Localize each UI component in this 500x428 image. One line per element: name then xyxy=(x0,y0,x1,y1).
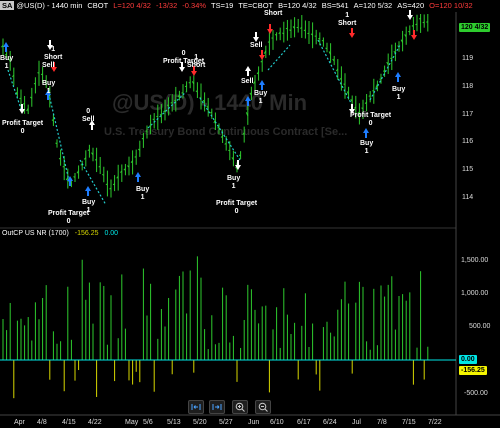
indicator-value-1: -156.25 xyxy=(74,230,99,237)
indicator-value-tag: -156.25 xyxy=(459,366,487,375)
compress-bars-icon xyxy=(191,404,201,410)
trade-trend-line xyxy=(199,97,241,161)
ind-tick-1000: 1,000.00 xyxy=(461,290,489,297)
date-label: 6/24 xyxy=(323,419,337,426)
annotation-buy: Buy 1 xyxy=(42,80,56,95)
date-label: Apr xyxy=(14,419,25,426)
price-bar-open xyxy=(22,103,25,105)
trade-trend-line xyxy=(47,89,71,186)
price-bar-open xyxy=(112,183,115,186)
annotation-profit-target: Profit Target 0 xyxy=(2,120,44,135)
annotation-buy: Buy 1 xyxy=(227,175,241,190)
down-arrow-icon xyxy=(411,30,417,40)
up-arrow-icon xyxy=(3,42,9,52)
up-arrow-icon xyxy=(363,128,369,138)
price-bar-open xyxy=(361,107,364,110)
date-label: 6/17 xyxy=(297,419,311,426)
date-label: 4/22 xyxy=(88,419,102,426)
annotation-sell: Sell xyxy=(42,62,55,69)
date-label: May xyxy=(125,419,139,426)
up-arrow-icon xyxy=(395,72,401,82)
price-tick-118: 118 xyxy=(462,83,474,90)
price-tick-115: 115 xyxy=(462,166,474,173)
down-arrow-icon xyxy=(253,32,259,42)
date-label: 5/20 xyxy=(193,419,207,426)
date-label: 6/10 xyxy=(270,419,284,426)
annotation-sell: Sell xyxy=(250,42,263,49)
price-tick-114: 114 xyxy=(462,194,474,201)
annotation-buy: Buy 1 xyxy=(136,186,150,201)
date-label: Jul xyxy=(352,419,361,426)
annotation-buy: Buy 1 xyxy=(0,55,14,70)
price-bar-open xyxy=(134,156,137,158)
zoom-out-icon xyxy=(258,402,268,412)
price-bar-open xyxy=(105,183,108,186)
annotation-buy: Buy 1 xyxy=(254,90,268,105)
date-label: 7/15 xyxy=(402,419,416,426)
price-bar-open xyxy=(422,21,425,24)
annotation-buy: Buy 1 xyxy=(392,86,406,101)
date-label: 5/27 xyxy=(219,419,233,426)
down-arrow-icon xyxy=(267,24,273,34)
annotation-sell: 0 Sell xyxy=(82,108,95,123)
up-arrow-icon xyxy=(245,96,251,106)
date-label: 4/8 xyxy=(37,419,47,426)
date-label: 7/8 xyxy=(377,419,387,426)
price-bar-open xyxy=(40,73,43,76)
annotation-buy: Buy 1 xyxy=(360,140,374,155)
trade-trend-line xyxy=(7,69,23,113)
down-arrow-icon xyxy=(235,160,241,170)
price-bar-open xyxy=(174,99,177,102)
annotation-short: 1 Short xyxy=(44,46,63,61)
price-bar-open xyxy=(289,29,292,32)
price-tick-117: 117 xyxy=(462,111,474,118)
compress-bars-button[interactable] xyxy=(188,400,204,414)
zoom-in-button[interactable] xyxy=(232,400,248,414)
price-tick-116: 116 xyxy=(462,138,474,145)
annotation-short: 1 Short xyxy=(338,12,357,27)
ind-tick-500: 500.00 xyxy=(469,323,491,330)
annotation-short: Short xyxy=(264,10,283,17)
indicator-zero-tag: 0.00 xyxy=(459,355,477,364)
current-price-tag: 120 4/32 xyxy=(459,23,491,32)
up-arrow-icon xyxy=(245,66,251,76)
date-label: Jun xyxy=(248,419,260,426)
down-arrow-icon xyxy=(259,50,265,60)
down-arrow-icon xyxy=(349,28,355,38)
date-label: 7/22 xyxy=(428,419,442,426)
annotation-sell: Sell xyxy=(241,78,254,85)
annotation-profit-target: Profit Target 0 xyxy=(216,200,258,215)
price-bar-open xyxy=(184,85,187,88)
expand-bars-button[interactable] xyxy=(209,400,225,414)
annotation-short: 1 Short xyxy=(187,54,206,69)
ind-tick-1500: 1,500.00 xyxy=(461,257,489,264)
down-arrow-icon xyxy=(407,10,413,20)
price-bar-open xyxy=(408,30,410,33)
price-bar-open xyxy=(368,95,371,97)
date-label: 5/13 xyxy=(167,419,181,426)
price-bar-open xyxy=(181,92,184,94)
price-bar-open xyxy=(318,37,320,40)
annotation-profit-target: Profit Target 0 xyxy=(350,112,392,127)
up-arrow-icon xyxy=(259,80,265,90)
trade-trend-line xyxy=(267,44,291,71)
price-tick-119: 119 xyxy=(462,55,474,62)
indicator-value-2: 0.00 xyxy=(104,230,119,237)
indicator-name: OutCP US NR (1700) xyxy=(2,230,69,237)
up-arrow-icon xyxy=(135,172,141,182)
indicator-title: OutCP US NR (1700) -156.25 0.00 xyxy=(2,230,118,237)
up-arrow-icon xyxy=(85,186,91,196)
expand-bars-icon xyxy=(212,404,222,410)
ind-tick-neg500: -500.00 xyxy=(464,390,488,397)
zoom-out-button[interactable] xyxy=(255,400,271,414)
annotation-buy: Buy 1 xyxy=(82,199,96,214)
date-label: 4/15 xyxy=(62,419,76,426)
price-bar-open xyxy=(411,25,414,27)
date-label: 5/6 xyxy=(143,419,153,426)
zoom-in-icon xyxy=(235,402,245,412)
trade-trend-line xyxy=(317,39,353,106)
